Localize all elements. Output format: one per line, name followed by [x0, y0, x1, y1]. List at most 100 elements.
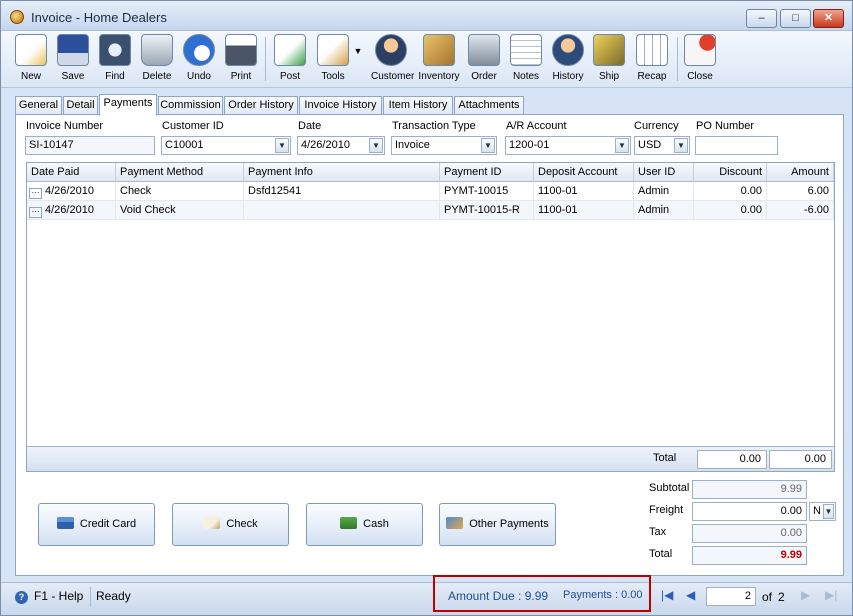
tab-commission[interactable]: Commission — [158, 96, 223, 115]
date-paid-cell[interactable]: ··· 4/26/2010 — [27, 182, 116, 201]
minimize-button[interactable]: – — [746, 9, 777, 28]
column-header-payment-method[interactable]: Payment Method — [116, 163, 244, 182]
close-window-button[interactable]: ✕ — [813, 9, 844, 28]
payments-grid: Date Paid Payment Method Payment Info Pa… — [26, 162, 835, 472]
deposit-account-cell[interactable]: 1100-01 — [534, 201, 634, 220]
tab-attachments[interactable]: Attachments — [454, 96, 524, 115]
last-record-icon[interactable]: ▶| — [825, 588, 837, 602]
customer-id-select[interactable]: C10001 ▼ — [161, 136, 291, 155]
chevron-down-icon[interactable]: ▼ — [481, 138, 495, 153]
payment-info-cell[interactable] — [244, 201, 440, 220]
help-text[interactable]: F1 - Help — [34, 589, 83, 603]
order-button[interactable]: Order — [468, 34, 500, 86]
date-paid-cell[interactable]: ··· 4/26/2010 — [27, 201, 116, 220]
notes-button[interactable]: Notes — [510, 34, 542, 86]
total-amount-field: 0.00 — [769, 450, 832, 469]
chevron-down-icon[interactable]: ▼ — [823, 504, 834, 519]
transaction-type-select[interactable]: Invoice ▼ — [391, 136, 497, 155]
toolbar-separator — [265, 37, 266, 81]
user-id-cell[interactable]: Admin — [634, 201, 694, 220]
po-number-field[interactable] — [695, 136, 778, 155]
freight-field[interactable]: 0.00 — [692, 502, 807, 521]
column-header-discount[interactable]: Discount — [694, 163, 767, 182]
save-button[interactable]: Save — [57, 34, 89, 86]
tab-invoice-history[interactable]: Invoice History — [299, 96, 382, 115]
undo-button[interactable]: Undo — [183, 34, 215, 86]
column-header-payment-info[interactable]: Payment Info — [244, 163, 440, 182]
chevron-down-icon[interactable]: ▼ — [275, 138, 289, 153]
tools-dropdown-arrow[interactable]: ▼ — [353, 46, 363, 98]
check-button[interactable]: Check — [172, 503, 289, 546]
find-button[interactable]: Find — [99, 34, 131, 86]
date-picker[interactable]: 4/26/2010 ▼ — [297, 136, 385, 155]
tab-order-history[interactable]: Order History — [224, 96, 298, 115]
recap-icon — [636, 34, 668, 66]
previous-record-icon[interactable]: ◀ — [686, 588, 695, 602]
invoice-number-field[interactable]: SI-10147 — [25, 136, 155, 155]
invoice-number-label: Invoice Number — [26, 120, 104, 132]
freight-term-select[interactable]: N ▼ — [809, 502, 836, 521]
tax-label: Tax — [649, 526, 667, 538]
customer-button[interactable]: Customer — [371, 34, 414, 86]
transaction-type-value: Invoice — [395, 139, 430, 151]
ellipsis-icon[interactable]: ··· — [29, 188, 42, 199]
recap-button[interactable]: Recap — [636, 34, 668, 86]
cash-button[interactable]: Cash — [306, 503, 423, 546]
payment-method-cell[interactable]: Check — [116, 182, 244, 201]
maximize-button[interactable]: □ — [780, 9, 811, 28]
currency-select[interactable]: USD ▼ — [634, 136, 690, 155]
column-header-deposit-account[interactable]: Deposit Account — [534, 163, 634, 182]
inventory-button[interactable]: Inventory — [418, 34, 460, 86]
discount-cell[interactable]: 0.00 — [694, 182, 767, 201]
currency-value: USD — [638, 139, 662, 151]
payment-id-cell[interactable]: PYMT-10015-R — [440, 201, 534, 220]
status-ready: Ready — [96, 589, 131, 603]
print-button[interactable]: Print — [225, 34, 257, 86]
credit-card-button[interactable]: Credit Card — [38, 503, 155, 546]
date-label: Date — [298, 120, 322, 132]
subtotal-field: 9.99 — [692, 480, 807, 499]
column-header-payment-id[interactable]: Payment ID — [440, 163, 534, 182]
user-id-cell[interactable]: Admin — [634, 182, 694, 201]
ellipsis-icon[interactable]: ··· — [29, 207, 42, 218]
deposit-account-cell[interactable]: 1100-01 — [534, 182, 634, 201]
help-icon[interactable]: ? — [15, 591, 28, 604]
credit-card-label: Credit Card — [79, 518, 137, 530]
new-button[interactable]: New — [15, 34, 47, 86]
next-record-icon[interactable]: ▶ — [801, 588, 810, 602]
tab-detail[interactable]: Detail — [63, 96, 98, 115]
customer-id-value: C10001 — [165, 139, 204, 151]
payment-method-cell[interactable]: Void Check — [116, 201, 244, 220]
chevron-down-icon[interactable]: ▼ — [615, 138, 629, 153]
close-icon — [684, 34, 716, 66]
history-button[interactable]: History — [551, 34, 585, 86]
column-header-date-paid[interactable]: Date Paid — [27, 163, 116, 182]
tab-payments[interactable]: Payments — [99, 94, 157, 116]
table-row[interactable]: ··· 4/26/2010 Void Check PYMT-10015-R 110… — [27, 201, 834, 220]
chevron-down-icon[interactable]: ▼ — [674, 138, 688, 153]
payment-id-cell[interactable]: PYMT-10015 — [440, 182, 534, 201]
ar-account-value: 1200-01 — [509, 139, 550, 151]
page-number-input[interactable]: 2 — [706, 587, 756, 606]
close-button[interactable]: Close — [684, 34, 716, 86]
notes-icon — [510, 34, 542, 66]
tab-general[interactable]: General — [15, 96, 62, 115]
payment-info-cell[interactable]: Dsfd12541 — [244, 182, 440, 201]
status-bar: ? F1 - Help Ready Amount Due : 9.99 Paym… — [1, 575, 852, 615]
tools-button[interactable]: Tools — [315, 34, 351, 86]
table-row[interactable]: ··· 4/26/2010 Check Dsfd12541 PYMT-10015 … — [27, 182, 834, 201]
other-payments-button[interactable]: Other Payments — [439, 503, 556, 546]
amount-cell[interactable]: 6.00 — [767, 182, 834, 201]
chevron-down-icon[interactable]: ▼ — [369, 138, 383, 153]
amount-cell[interactable]: -6.00 — [767, 201, 834, 220]
post-button[interactable]: Post — [274, 34, 306, 86]
delete-button[interactable]: Delete — [141, 34, 173, 86]
column-header-amount[interactable]: Amount — [767, 163, 834, 182]
column-header-user-id[interactable]: User ID — [634, 163, 694, 182]
ship-button[interactable]: Ship — [593, 34, 625, 86]
ship-icon — [593, 34, 625, 66]
tab-item-history[interactable]: Item History — [383, 96, 453, 115]
first-record-icon[interactable]: |◀ — [661, 588, 673, 602]
discount-cell[interactable]: 0.00 — [694, 201, 767, 220]
ar-account-select[interactable]: 1200-01 ▼ — [505, 136, 631, 155]
